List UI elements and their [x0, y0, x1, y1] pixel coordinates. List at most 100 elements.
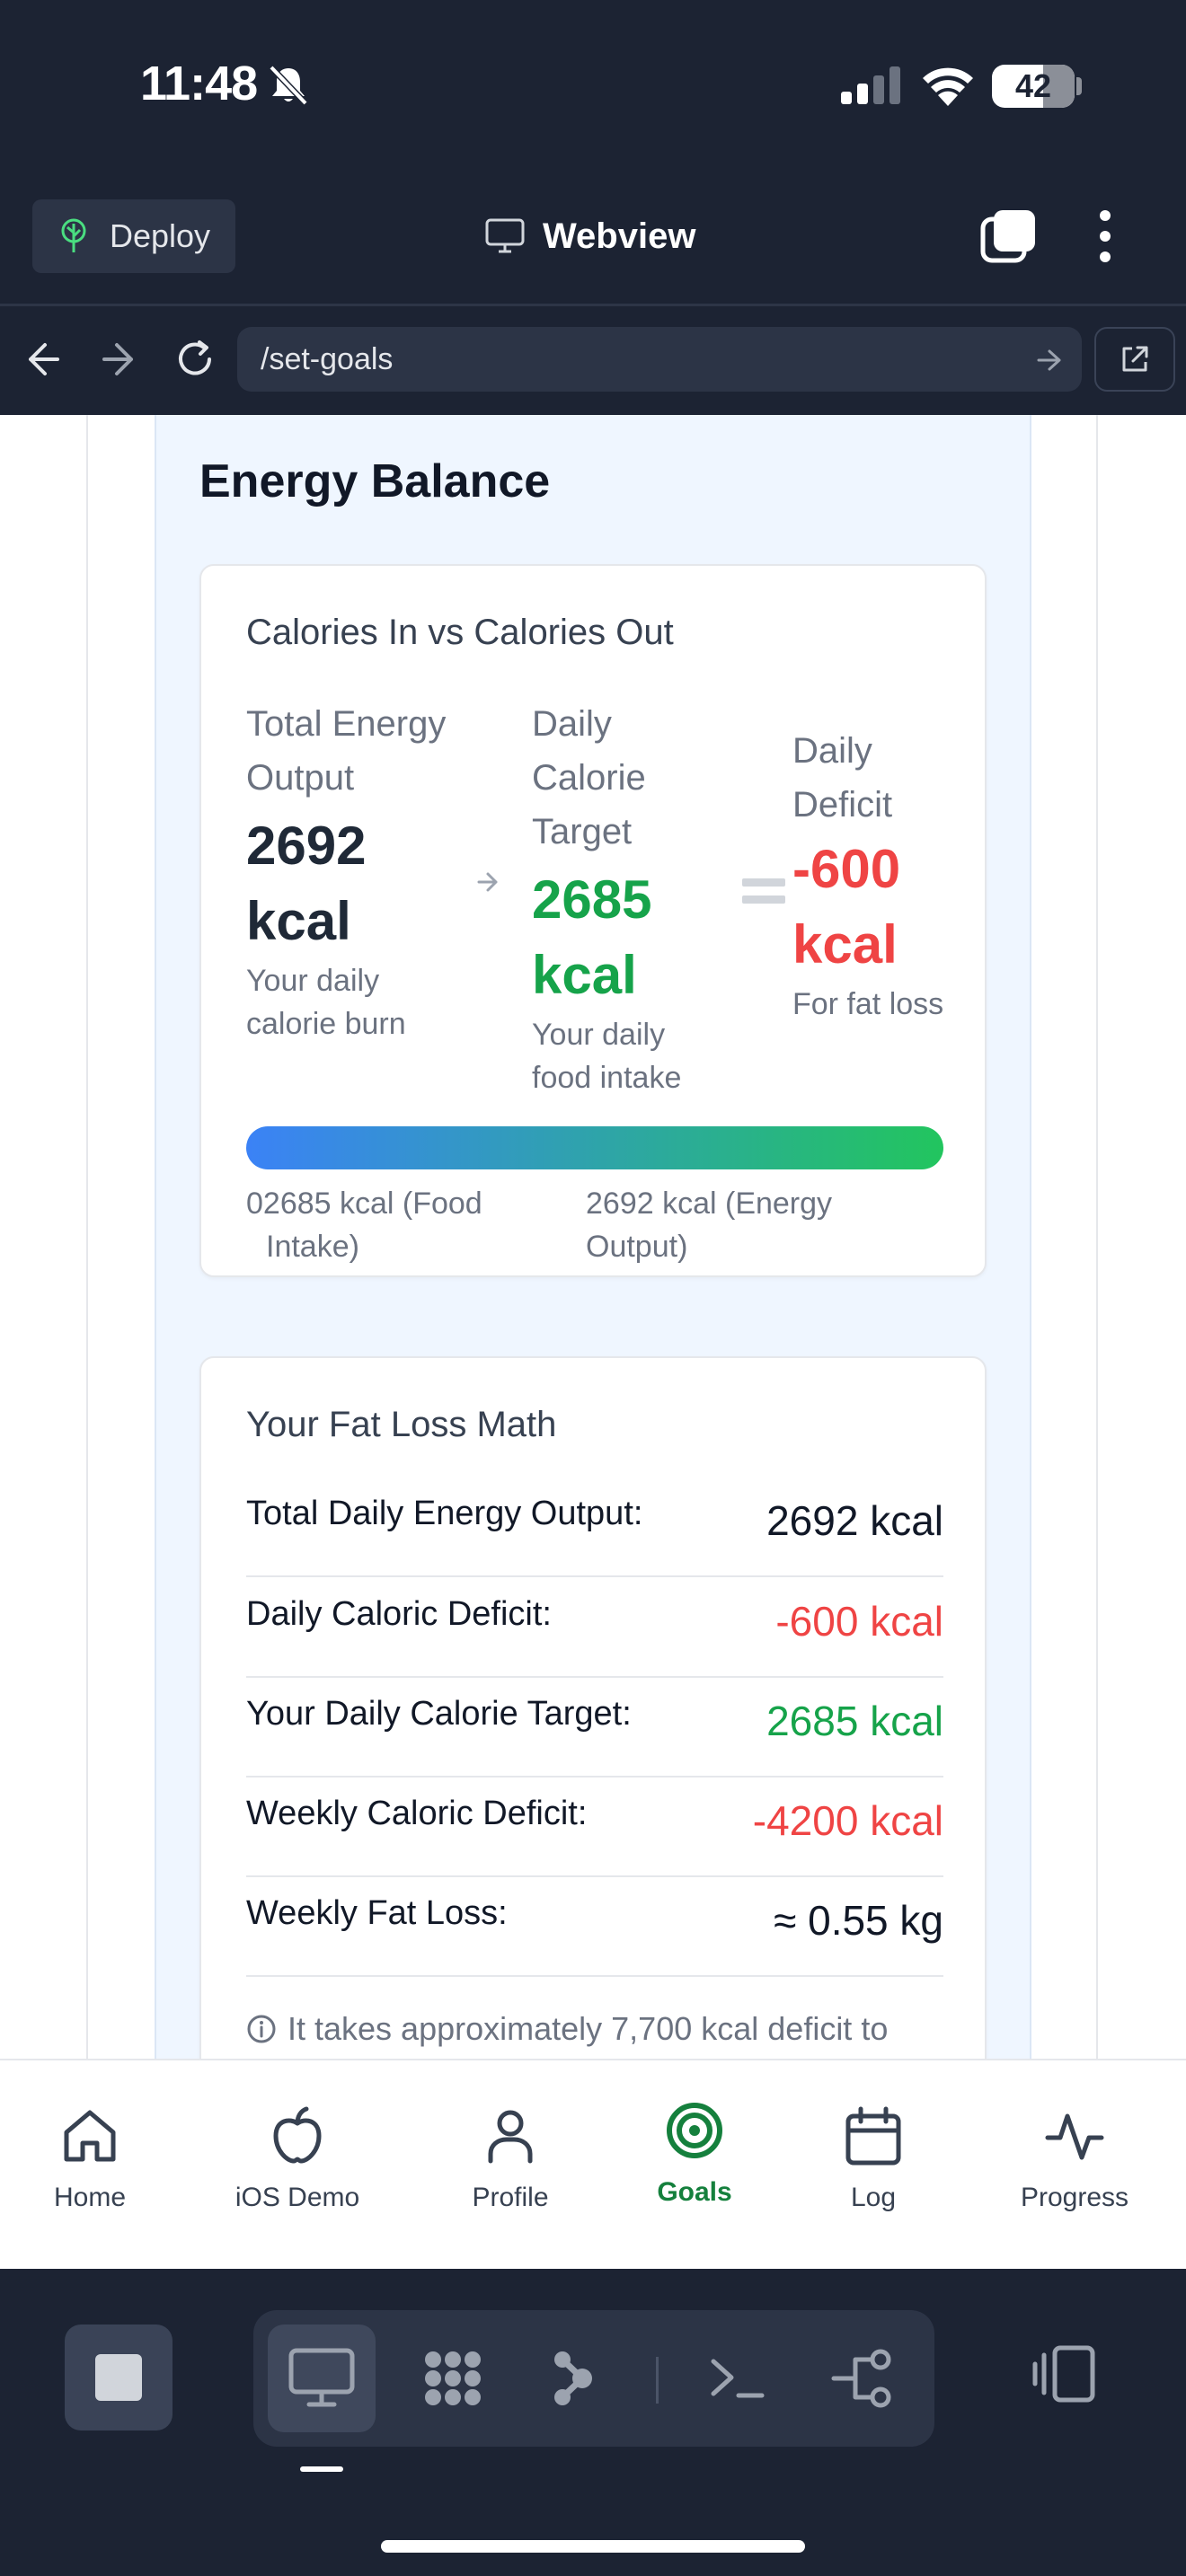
energy-output-sub: Your daily calorie burn [246, 964, 406, 1041]
arrow-left-icon[interactable] [25, 340, 61, 379]
target-icon [667, 2103, 722, 2158]
external-link-icon [1122, 346, 1148, 372]
toolbar-separator [656, 2357, 659, 2404]
tab-profile[interactable]: Profile [420, 2105, 600, 2240]
shell-icon [711, 2359, 765, 2398]
math-label: Total Daily Energy Output: [246, 1495, 643, 1532]
math-value: 2692 kcal [766, 1497, 943, 1544]
math-row-daily-deficit: Daily Caloric Deficit: -600 kcal [246, 1577, 943, 1678]
math-value: -4200 kcal [752, 1797, 943, 1844]
home-icon [64, 2110, 116, 2162]
more-vertical-icon[interactable] [1096, 208, 1114, 264]
bell-slash-icon [269, 65, 308, 106]
card-title: Calories In vs Calories Out [246, 613, 674, 652]
preview-tool-button[interactable] [268, 2325, 376, 2432]
energy-output-label: Total Energy Output [246, 704, 447, 798]
balance-progress-bar [246, 1126, 943, 1169]
git-tool-button[interactable] [809, 2325, 916, 2432]
tab-label: Home [53, 2183, 127, 2212]
daily-deficit-label: Daily Deficit [792, 731, 893, 825]
daily-deficit-sub: For fat loss [792, 987, 944, 1021]
preview-icon [288, 2348, 355, 2407]
calorie-target-sub: Your daily food intake [532, 1018, 682, 1095]
status-bar: 11:48 42 [0, 0, 1186, 180]
battery-icon: 42 [992, 65, 1075, 108]
apps-tool-button[interactable] [399, 2325, 507, 2432]
battery-nub [1076, 77, 1082, 95]
energy-output-column: Total Energy Output 2692 kcal Your daily… [246, 697, 462, 1045]
math-value: 2685 kcal [766, 1698, 943, 1744]
shell-tool-button[interactable] [685, 2325, 792, 2432]
math-value: ≈ 0.55 kg [774, 1897, 943, 1944]
tab-label: Goals [657, 2177, 732, 2207]
url-text: /set-goals [261, 341, 394, 376]
git-icon [831, 2349, 891, 2408]
dev-toolbar [0, 2269, 1186, 2576]
tab-log[interactable]: Log [783, 2105, 963, 2240]
info-icon [247, 2015, 276, 2043]
arrow-right-icon [477, 872, 498, 892]
bar-label-food-intake-line1: 02685 kcal (Food [246, 1187, 482, 1221]
math-row-calorie-target: Your Daily Calorie Target: 2685 kcal [246, 1677, 943, 1778]
web-content: Energy Balance Calories In vs Calories O… [0, 415, 1186, 2059]
home-indicator [381, 2540, 805, 2553]
calorie-target-label: Daily Calorie Target [532, 704, 646, 851]
active-tool-indicator [300, 2466, 343, 2472]
status-time: 11:48 [140, 57, 258, 110]
deploy-label: Deploy [110, 217, 211, 254]
battery-percent: 42 [1014, 67, 1052, 104]
activity-icon [1045, 2113, 1104, 2160]
cellular-signal-icon [841, 66, 900, 104]
math-row-energy-output: Total Daily Energy Output: 2692 kcal [246, 1477, 943, 1577]
math-value: -600 kcal [775, 1598, 943, 1645]
card-title: Your Fat Loss Math [246, 1405, 557, 1444]
info-note: It takes approximately 7,700 kcal defici… [246, 2010, 965, 2048]
apple-icon [273, 2106, 322, 2164]
app-bar-divider [0, 304, 1186, 306]
tab-label: iOS Demo [235, 2183, 360, 2212]
tool-group [253, 2310, 934, 2447]
layout-icon[interactable] [1031, 2341, 1098, 2407]
webview-title[interactable]: Webview [485, 208, 695, 264]
wifi-icon [923, 67, 973, 106]
tab-ios-demo[interactable]: iOS Demo [208, 2105, 387, 2240]
bottom-tab-bar: Home iOS Demo Profile Goals Log Progress [0, 2059, 1186, 2269]
tab-label: Progress [1020, 2183, 1129, 2212]
tabs-icon[interactable] [979, 208, 1037, 264]
equals-icon [742, 878, 785, 904]
open-external-button[interactable] [1094, 327, 1175, 392]
math-row-weekly-fat-loss: Weekly Fat Loss: ≈ 0.55 kg [246, 1876, 943, 1977]
math-label: Weekly Caloric Deficit: [246, 1795, 588, 1832]
daily-deficit-value: -600 kcal [792, 839, 901, 975]
math-label: Your Daily Calorie Target: [246, 1695, 632, 1733]
bar-label-energy-output: 2692 kcal (Energy Output) [586, 1187, 833, 1264]
calorie-target-column: Daily Calorie Target 2685 kcal Your dail… [532, 697, 730, 1099]
apps-icon [425, 2351, 481, 2405]
stop-icon [95, 2354, 142, 2401]
agent-icon [554, 2351, 592, 2405]
tab-label: Log [850, 2183, 897, 2212]
go-arrow-icon[interactable] [1037, 348, 1062, 372]
math-label: Weekly Fat Loss: [246, 1894, 508, 1932]
deploy-button[interactable]: Deploy [32, 199, 235, 273]
bar-label-food-intake: 02685 kcal (Food Intake) [246, 1182, 570, 1268]
user-icon [488, 2110, 533, 2164]
tab-goals[interactable]: Goals [605, 2100, 784, 2235]
arrow-right-icon[interactable] [101, 340, 137, 379]
math-row-weekly-deficit: Weekly Caloric Deficit: -4200 kcal [246, 1777, 943, 1877]
reload-icon[interactable] [174, 338, 216, 381]
stop-button[interactable] [65, 2325, 173, 2430]
tab-home[interactable]: Home [0, 2105, 180, 2240]
agent-tool-button[interactable] [519, 2325, 627, 2432]
page-title: Energy Balance [199, 455, 551, 507]
url-input[interactable]: /set-goals [237, 327, 1082, 392]
calorie-target-value: 2685 kcal [532, 869, 652, 1005]
tab-progress[interactable]: Progress [985, 2105, 1164, 2240]
fat-loss-math-card: Your Fat Loss Math Total Daily Energy Ou… [199, 1356, 987, 2059]
math-label: Daily Caloric Deficit: [246, 1595, 552, 1633]
calories-balance-card: Calories In vs Calories Out Total Energy… [199, 564, 987, 1277]
monitor-icon [485, 218, 525, 253]
webview-title-label: Webview [543, 216, 696, 256]
daily-deficit-column: Daily Deficit -600 kcal For fat loss [792, 724, 963, 1026]
info-note-text: It takes approximately 7,700 kcal defici… [288, 2010, 889, 2047]
